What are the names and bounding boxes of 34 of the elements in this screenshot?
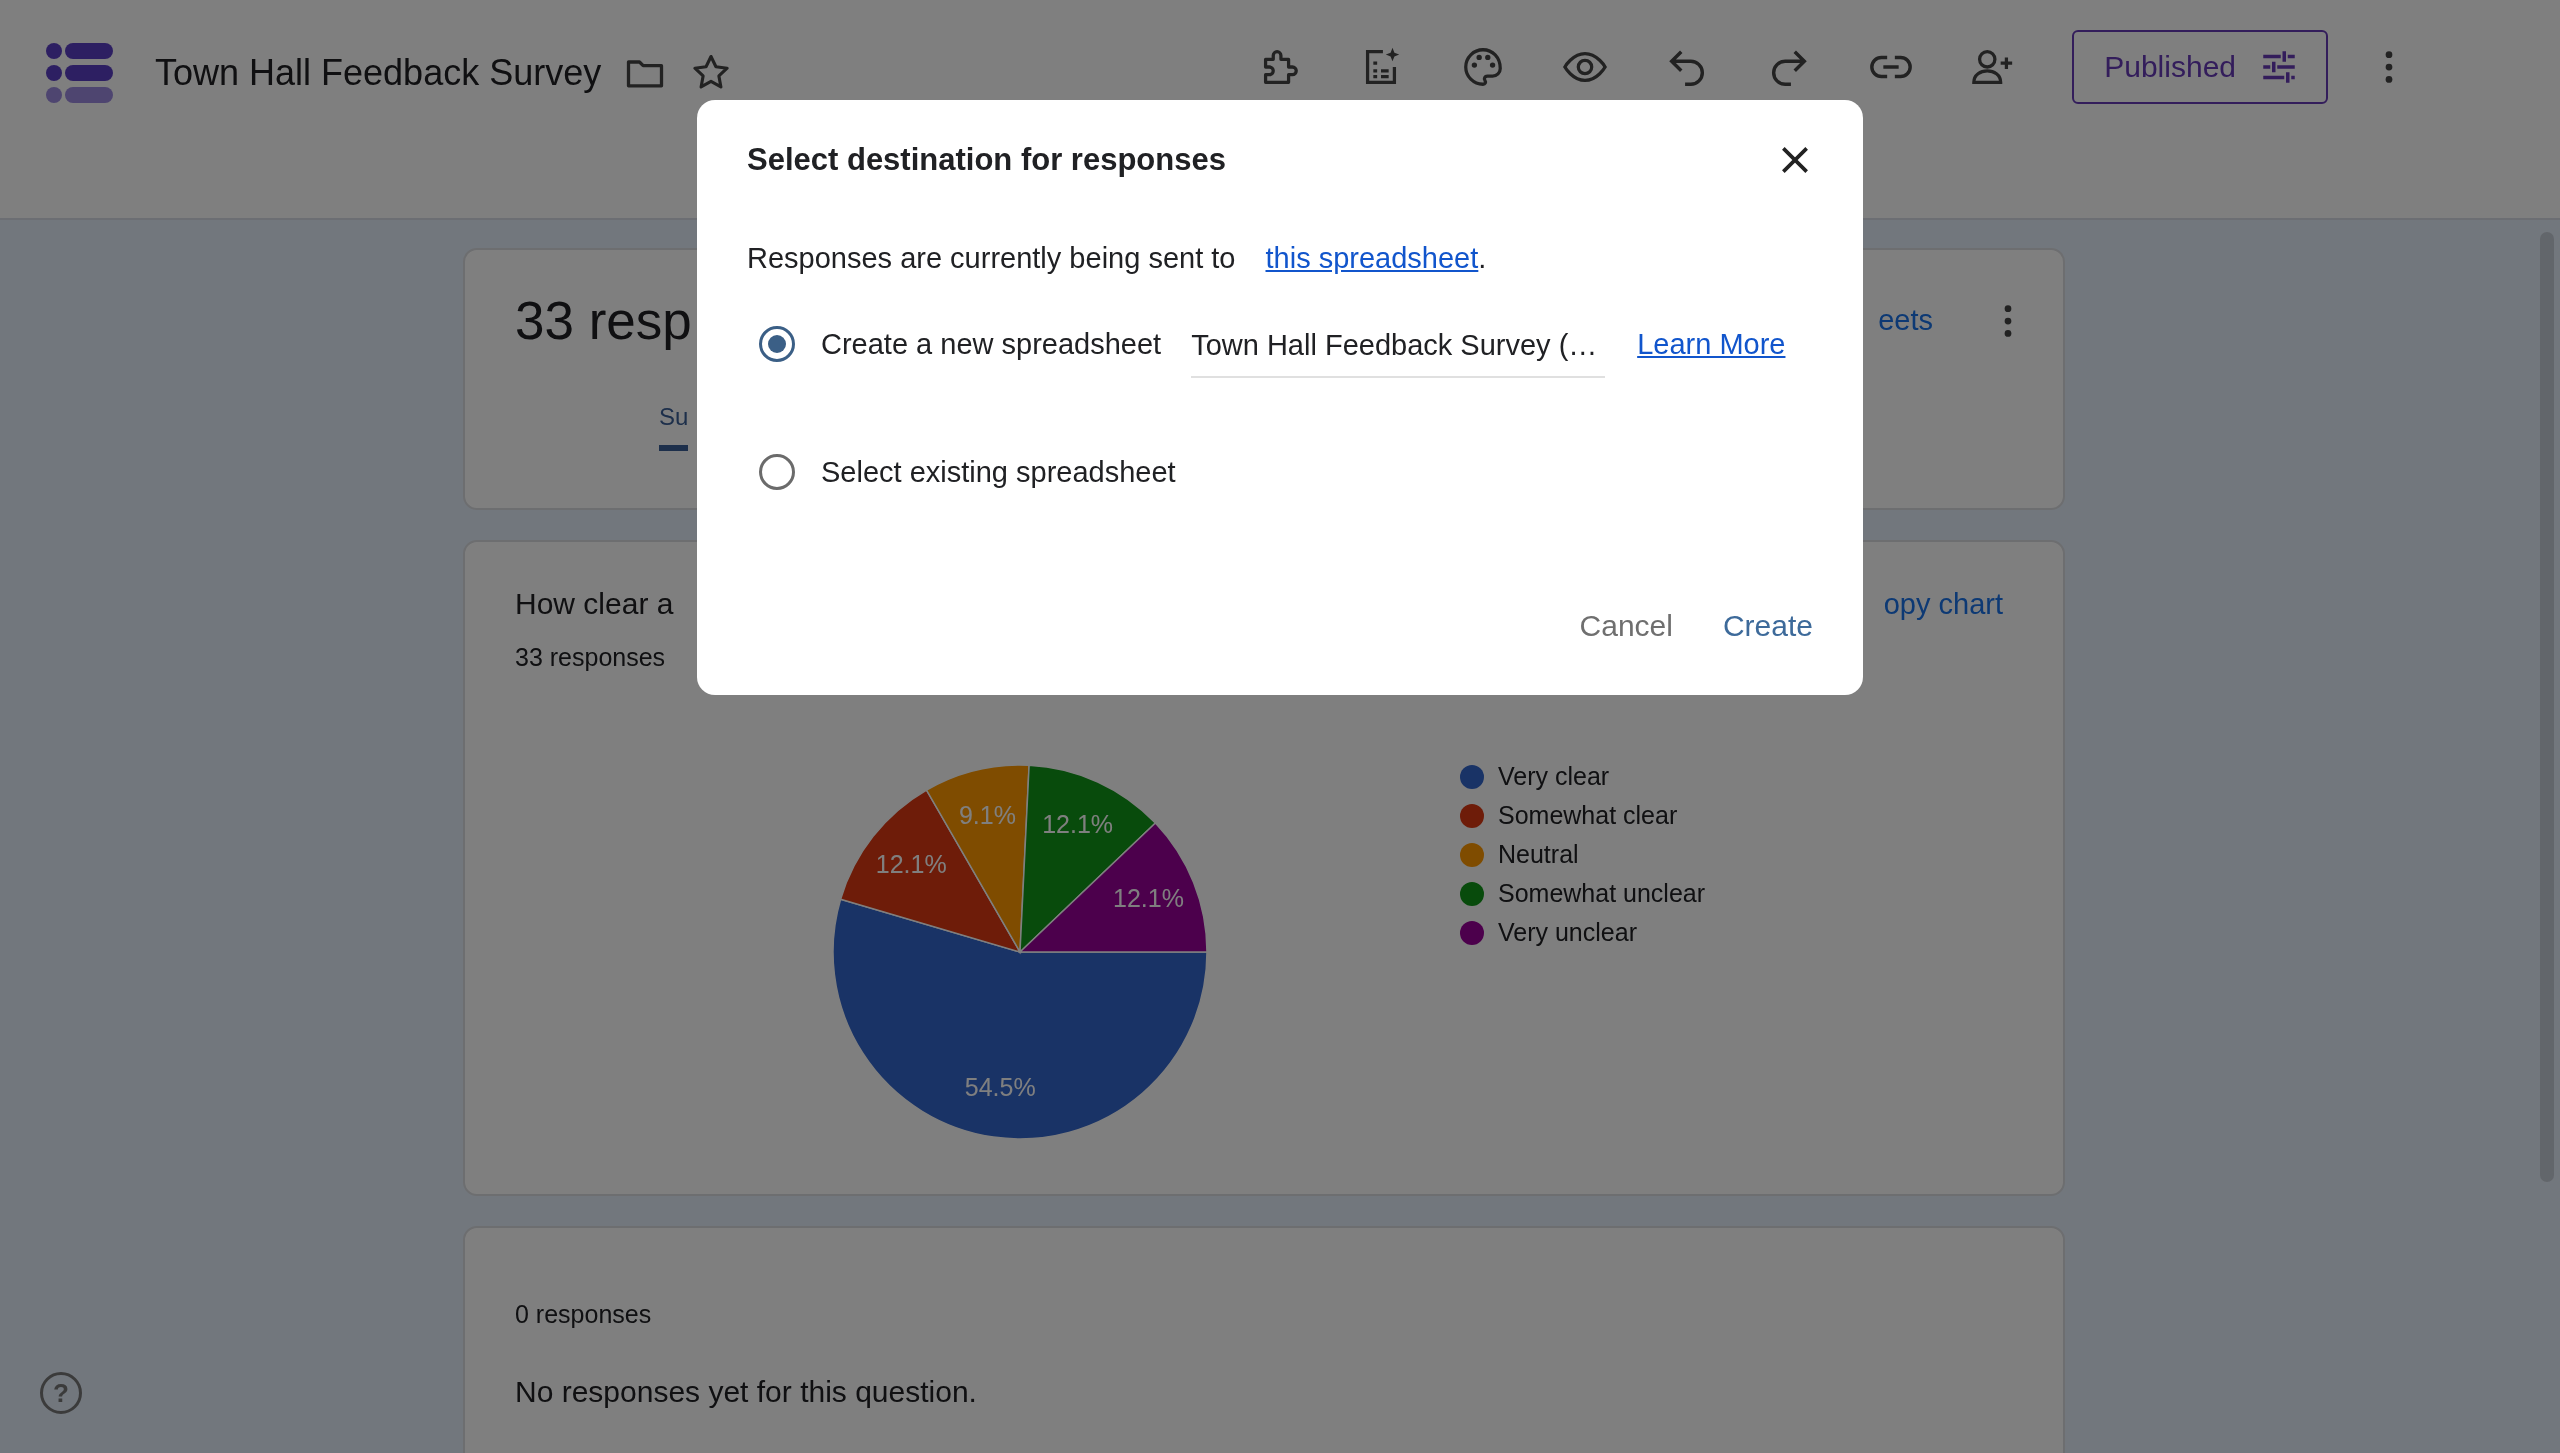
response-count: 33 responses [515, 643, 667, 672]
slice-label: 12.1% [875, 850, 947, 879]
published-button[interactable]: Published [2072, 30, 2328, 104]
question-title: How clear a [515, 587, 674, 621]
option-label[interactable]: Create a new spreadsheet [821, 327, 1162, 361]
more-icon[interactable] [2384, 49, 2394, 85]
slice-label: 9.1% [958, 801, 1016, 830]
response-count: 0 responses [515, 1300, 653, 1329]
dialog-title: Select destination for responses [747, 142, 1226, 178]
dialog-button[interactable]: Create [1702, 597, 1833, 655]
empty-message: No responses yet for this question. [515, 1375, 978, 1409]
legend-label: Very clear [1498, 762, 1610, 791]
radio-button[interactable] [759, 454, 795, 490]
legend-label: Somewhat unclear [1498, 879, 1706, 908]
slice-label: 12.1% [1113, 884, 1184, 913]
learn-more-link[interactable]: Learn More [1637, 327, 1786, 361]
slice-label: 54.5% [964, 1072, 1036, 1101]
option-label[interactable]: Select existing spreadsheet [821, 455, 1176, 489]
copy-chart-button[interactable]: opy chart [1883, 587, 2003, 621]
dialog-button[interactable]: Cancel [1559, 597, 1693, 655]
response-count-title: 33 resp [515, 290, 692, 351]
legend-label: Very unclear [1498, 918, 1637, 947]
slice-label: 12.1% [1042, 809, 1114, 838]
more-icon[interactable] [2003, 302, 2013, 339]
radio-button[interactable] [759, 326, 795, 362]
legend-label: Neutral [1498, 840, 1579, 869]
app-logo-icon [45, 42, 115, 104]
link-sheets-button[interactable]: eets [1878, 304, 1933, 337]
legend-label: Somewhat clear [1498, 801, 1678, 830]
form-title[interactable]: Town Hall Feedback Survey [155, 52, 602, 94]
spreadsheet-name-field[interactable]: Town Hall Feedback Survey (… [1191, 320, 1606, 378]
destination-sentence: Responses are currently being sent to this spreadsheet. [747, 242, 1488, 275]
tab[interactable]: Su [659, 403, 689, 451]
spreadsheet-link[interactable]: this spreadsheet [1265, 242, 1479, 274]
